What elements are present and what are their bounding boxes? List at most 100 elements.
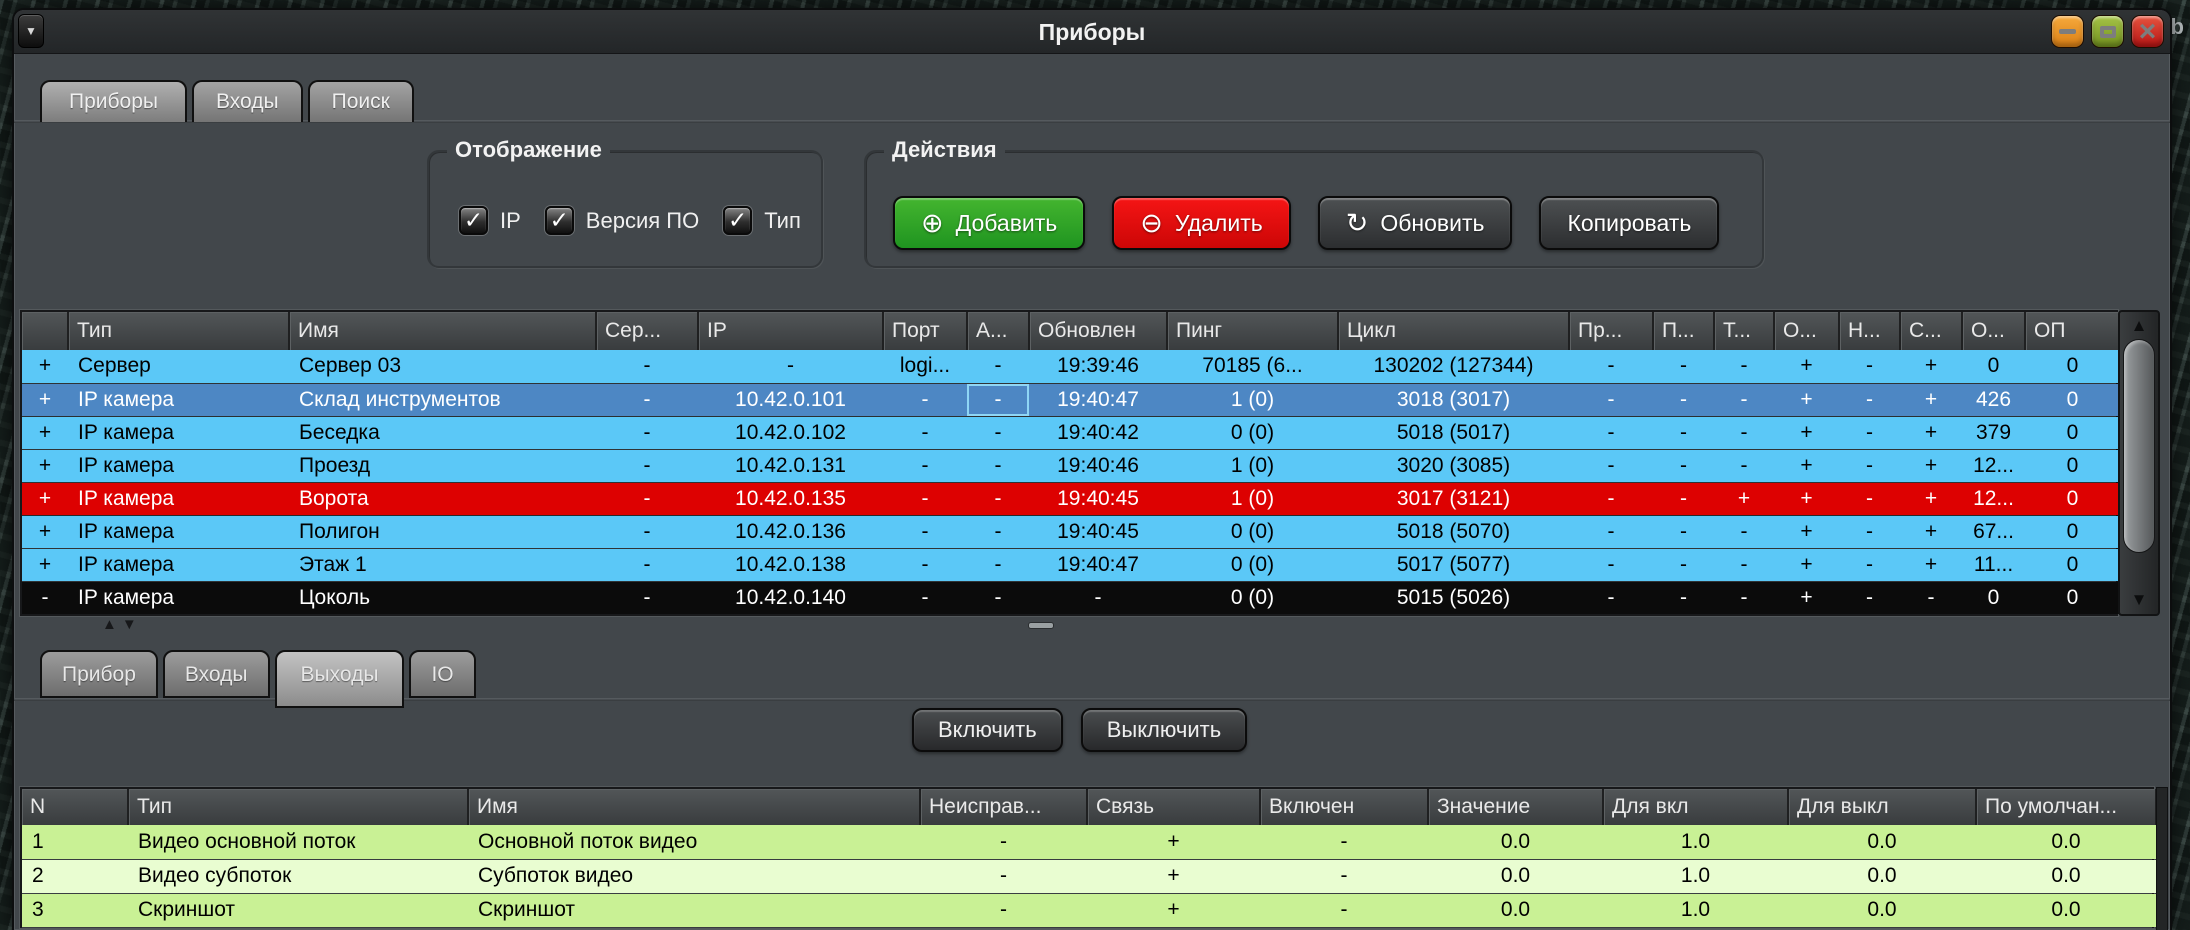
cell[interactable]: IP камера <box>68 482 289 515</box>
cell[interactable]: 2 <box>22 859 128 893</box>
cell[interactable]: - <box>1839 482 1900 515</box>
checkbox-icon[interactable]: ✓ <box>723 206 752 235</box>
cell[interactable]: - <box>596 482 698 515</box>
cell[interactable]: 19:40:42 <box>1029 416 1167 449</box>
cell[interactable]: - <box>920 893 1087 927</box>
cell[interactable]: + <box>22 416 68 449</box>
column-header[interactable]: Порт <box>883 312 967 350</box>
device-row[interactable]: -IP камераЦоколь-10.42.0.140---0 (0)5015… <box>22 581 2120 614</box>
cell[interactable]: - <box>596 350 698 383</box>
cell[interactable]: 11... <box>1962 548 2025 581</box>
cell[interactable]: 1 (0) <box>1167 482 1338 515</box>
turn-off-button[interactable]: Выключить <box>1081 708 1248 752</box>
column-header[interactable]: О... <box>1962 312 2025 350</box>
cell[interactable]: + <box>1900 416 1962 449</box>
cell[interactable]: 0 <box>2025 350 2120 383</box>
cell[interactable]: + <box>1774 416 1839 449</box>
cell[interactable]: + <box>1087 893 1260 927</box>
column-header[interactable]: Обновлен <box>1029 312 1167 350</box>
cell[interactable]: 19:40:47 <box>1029 383 1167 416</box>
detail-tab-io[interactable]: IO <box>409 650 475 698</box>
output-row[interactable]: 1Видео основной потокОсновной поток виде… <box>22 825 2156 859</box>
cell[interactable]: 0.0 <box>1788 859 1976 893</box>
cell[interactable]: - <box>1260 859 1428 893</box>
cell[interactable]: - <box>1653 515 1714 548</box>
cell[interactable]: 0.0 <box>1976 825 2156 859</box>
scrollbar-thumb[interactable] <box>2123 339 2155 553</box>
cell[interactable]: 0 <box>2025 548 2120 581</box>
cell[interactable]: - <box>1260 825 1428 859</box>
column-header[interactable]: Пинг <box>1167 312 1338 350</box>
column-header[interactable]: Включен <box>1260 789 1428 825</box>
titlebar[interactable]: ▼ Приборы × <box>14 10 2170 54</box>
column-header[interactable]: Сер... <box>596 312 698 350</box>
cell[interactable]: + <box>1087 859 1260 893</box>
cell[interactable]: 5018 (5017) <box>1338 416 1569 449</box>
cell[interactable]: IP камера <box>68 515 289 548</box>
cell[interactable]: - <box>1569 350 1653 383</box>
cell[interactable]: 379 <box>1962 416 2025 449</box>
cell[interactable]: - <box>1714 350 1774 383</box>
cell[interactable]: 67... <box>1962 515 2025 548</box>
cell[interactable]: Склад инструментов <box>289 383 596 416</box>
output-row[interactable]: 2Видео субпотокСубпоток видео-+-0.01.00.… <box>22 859 2156 893</box>
column-header[interactable]: П... <box>1653 312 1714 350</box>
cell[interactable]: 19:39:46 <box>1029 350 1167 383</box>
checkbox-icon[interactable]: ✓ <box>545 206 574 235</box>
splitter-grip[interactable] <box>1028 622 1054 629</box>
column-header[interactable]: Связь <box>1087 789 1260 825</box>
cell[interactable]: 10.42.0.135 <box>698 482 883 515</box>
cell[interactable]: - <box>883 548 967 581</box>
detail-tab-inputs[interactable]: Входы <box>163 650 270 698</box>
cell[interactable]: + <box>22 383 68 416</box>
copy-button[interactable]: Копировать <box>1539 196 1719 250</box>
cell[interactable]: 12... <box>1962 482 2025 515</box>
device-row[interactable]: +IP камераБеседка-10.42.0.102--19:40:420… <box>22 416 2120 449</box>
cell[interactable]: - <box>1839 515 1900 548</box>
cell[interactable]: Сервер 03 <box>289 350 596 383</box>
device-row[interactable]: +СерверСервер 03--logi...-19:39:4670185 … <box>22 350 2120 383</box>
cell[interactable]: - <box>920 825 1087 859</box>
cell[interactable]: - <box>1569 581 1653 614</box>
cell[interactable]: - <box>1839 350 1900 383</box>
cell[interactable]: - <box>1839 449 1900 482</box>
detail-tab-device[interactable]: Прибор <box>40 650 158 698</box>
cell[interactable]: 10.42.0.140 <box>698 581 883 614</box>
column-header[interactable]: О... <box>1774 312 1839 350</box>
cell[interactable]: IP камера <box>68 449 289 482</box>
column-header[interactable]: По умолчан... <box>1976 789 2156 825</box>
cell[interactable]: - <box>967 581 1029 614</box>
cell[interactable]: 3020 (3085) <box>1338 449 1569 482</box>
cell[interactable]: Проезд <box>289 449 596 482</box>
cell[interactable]: 10.42.0.138 <box>698 548 883 581</box>
cell[interactable]: 0.0 <box>1428 893 1603 927</box>
cell[interactable]: - <box>698 350 883 383</box>
device-row[interactable]: +IP камераПроезд-10.42.0.131--19:40:461 … <box>22 449 2120 482</box>
cell[interactable]: + <box>1774 548 1839 581</box>
cell[interactable]: - <box>967 548 1029 581</box>
tab-devices[interactable]: Приборы <box>40 80 187 122</box>
cell[interactable]: - <box>1653 350 1714 383</box>
cell[interactable]: - <box>1653 449 1714 482</box>
cell[interactable]: 0.0 <box>1428 859 1603 893</box>
column-header[interactable]: Имя <box>289 312 596 350</box>
cell[interactable]: 0 (0) <box>1167 515 1338 548</box>
cell[interactable]: Субпоток видео <box>468 859 920 893</box>
cell[interactable]: Основной поток видео <box>468 825 920 859</box>
outputs-scrollbar[interactable] <box>2156 787 2168 930</box>
splitter-control[interactable]: ▲▼ <box>102 616 142 633</box>
cell[interactable]: 1 <box>22 825 128 859</box>
cell[interactable]: - <box>883 482 967 515</box>
refresh-button[interactable]: ↻Обновить <box>1318 196 1513 250</box>
column-header[interactable]: Тип <box>128 789 468 825</box>
cell[interactable]: 5017 (5077) <box>1338 548 1569 581</box>
cell[interactable]: - <box>1569 482 1653 515</box>
cell[interactable]: - <box>1653 581 1714 614</box>
cell[interactable]: 19:40:46 <box>1029 449 1167 482</box>
cell[interactable]: 0 <box>1962 350 2025 383</box>
cell[interactable]: 0.0 <box>1428 825 1603 859</box>
minimize-button[interactable] <box>2051 15 2084 48</box>
cell[interactable]: 3017 (3121) <box>1338 482 1569 515</box>
cell[interactable]: Беседка <box>289 416 596 449</box>
cell[interactable]: - <box>1714 581 1774 614</box>
